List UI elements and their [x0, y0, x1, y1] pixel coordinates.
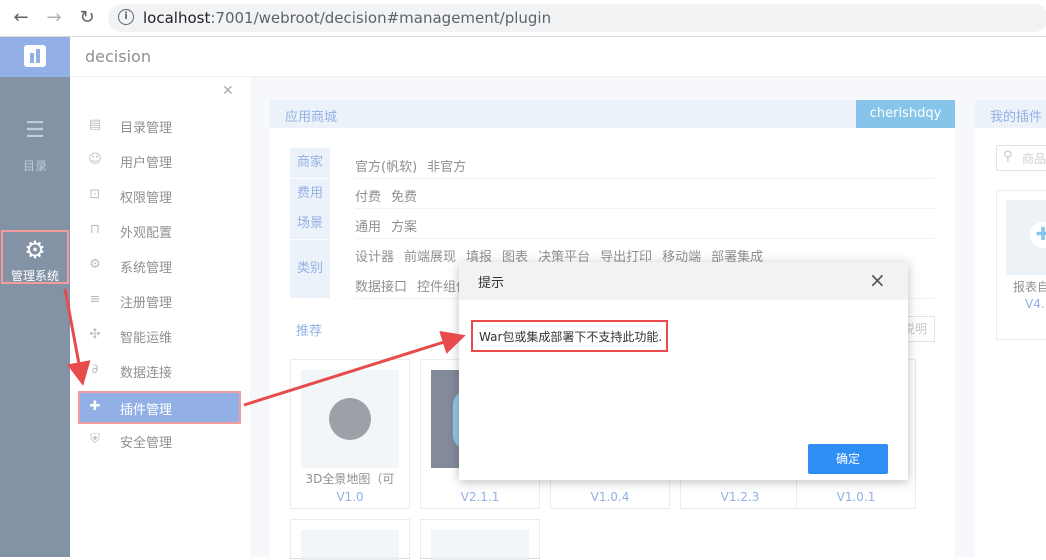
browser-toolbar: ← → ↻ i localhost:7001/webroot/decision#…: [0, 0, 1046, 37]
close-icon[interactable]: ×: [869, 268, 886, 292]
address-bar[interactable]: i localhost:7001/webroot/decision#manage…: [108, 4, 1046, 32]
url-text[interactable]: localhost:7001/webroot/decision#manageme…: [143, 9, 551, 27]
info-icon[interactable]: i: [118, 9, 134, 25]
dialog-title: 提示: [478, 276, 505, 291]
alert-dialog: 提示 × War包或集成部署下不支持此功能. 确定: [459, 262, 908, 480]
dialog-header: [459, 262, 908, 300]
ok-button[interactable]: 确定: [808, 444, 888, 474]
dialog-message: War包或集成部署下不支持此功能.: [479, 330, 663, 344]
back-arrow-icon[interactable]: ←: [9, 6, 33, 30]
forward-arrow-icon[interactable]: →: [42, 6, 66, 30]
reload-icon[interactable]: ↻: [75, 6, 99, 30]
